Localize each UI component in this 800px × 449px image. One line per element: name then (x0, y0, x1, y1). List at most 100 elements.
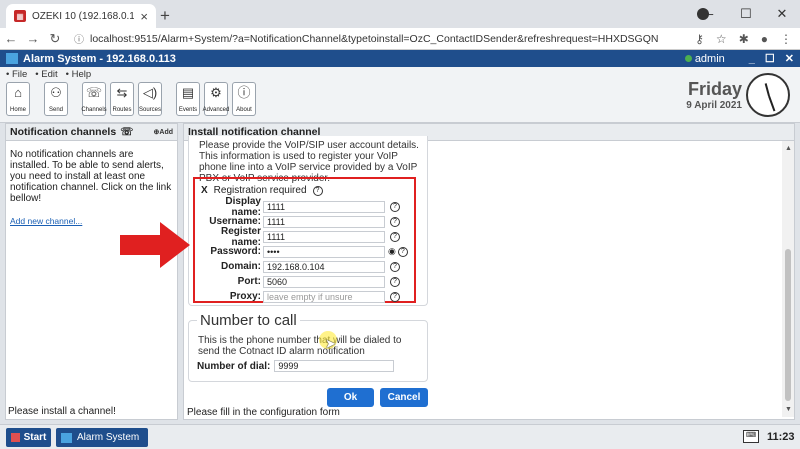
routes-button[interactable]: ⇆ Routes (110, 82, 134, 116)
add-channel-button[interactable]: ⊕Add (154, 128, 173, 136)
info-circle-icon: ⓘ (237, 85, 251, 100)
day-label: Friday (687, 79, 742, 99)
about-button[interactable]: ⓘ About (232, 82, 256, 116)
app-logo-icon (6, 53, 18, 64)
help-icon[interactable]: ? (312, 185, 323, 196)
left-panel-title: Notification channels (10, 126, 117, 138)
new-tab-icon[interactable]: + (160, 6, 170, 26)
taskbar-clock: 11:23 (767, 431, 795, 443)
dial-number-input[interactable]: 9999 (274, 360, 395, 372)
advanced-button[interactable]: ⚙ Advanced (203, 82, 229, 116)
menu-file[interactable]: • File (6, 69, 27, 80)
right-status: Please fill in the configuration form (187, 407, 340, 418)
username-input[interactable]: 1111 (263, 215, 385, 228)
display-name-row: Display name: 1111 ? (195, 196, 414, 218)
help-icon[interactable]: ? (397, 246, 408, 257)
channels-button[interactable]: ☏ Channels (81, 82, 107, 116)
app-maximize-icon[interactable]: ☐ (765, 52, 775, 65)
minimize-icon[interactable]: − (692, 7, 728, 22)
help-icon[interactable]: ? (390, 216, 400, 227)
tab-title: OZEKI 10 (192.168.0.113) (32, 10, 135, 22)
display-name-input[interactable]: 1111 (263, 200, 385, 213)
highlight-box: X Registration required ? Display name: … (193, 177, 416, 303)
send-button[interactable]: ⚇ Send (44, 82, 68, 116)
domain-row: Domain: 192.168.0.104 ? (195, 260, 414, 273)
port-row: Port: 5060 ? (195, 275, 414, 288)
eye-icon[interactable]: ◉ (388, 246, 396, 257)
app-title: Alarm System - 192.168.0.113 (23, 52, 176, 65)
date-label: 9 April 2021 (686, 100, 742, 111)
home-button[interactable]: ⌂ Home (6, 82, 30, 116)
address-bar: ← → ↻ ⓘ localhost:9515/Alarm+System/?a=N… (0, 28, 800, 50)
domain-input[interactable]: 192.168.0.104 (263, 260, 385, 273)
number-to-call-title: Number to call (197, 312, 300, 329)
close-tab-icon[interactable]: × (140, 9, 148, 24)
gear-icon: ⚙ (210, 85, 222, 100)
key-icon[interactable]: ⚷ (695, 32, 704, 46)
menu-edit[interactable]: • Edit (35, 69, 57, 80)
routes-icon: ⇆ (116, 85, 128, 100)
app-minimize-icon[interactable]: _ (749, 53, 755, 65)
cancel-button[interactable]: Cancel (380, 388, 428, 407)
browser-tab[interactable]: ▦ OZEKI 10 (192.168.0.113) × (6, 4, 156, 28)
account-icon[interactable]: ● (761, 32, 768, 46)
help-icon[interactable]: ? (390, 261, 400, 272)
scroll-down-icon[interactable]: ▼ (785, 406, 792, 413)
reload-icon[interactable]: ↻ (44, 31, 66, 47)
left-panel-header: Notification channels ☏ ⊕Add (6, 124, 177, 141)
speaker-icon: ◁) (142, 85, 158, 100)
scroll-up-icon[interactable]: ▲ (785, 145, 792, 152)
start-button[interactable]: Start (6, 428, 51, 447)
taskbar: Start Alarm System ⌨ 11:23 (0, 424, 800, 449)
events-button[interactable]: ▤ Events (176, 82, 200, 116)
channels-icon: ☏ (85, 85, 103, 100)
taskbar-alarm-system[interactable]: Alarm System (56, 428, 148, 447)
proxy-row: Proxy: leave empty if unsure ? (195, 290, 414, 303)
red-arrow-icon (120, 222, 190, 268)
sources-button[interactable]: ◁) Sources (138, 82, 162, 116)
browser-tabstrip: ▦ OZEKI 10 (192.168.0.113) × + − ☐ ✕ (0, 0, 800, 28)
scrollbar[interactable]: ▲ ▼ (782, 141, 794, 417)
left-status: Please install a channel! (8, 406, 116, 417)
help-icon[interactable]: ? (390, 231, 400, 242)
maximize-icon[interactable]: ☐ (728, 6, 764, 22)
no-channels-message: No notification channels are installed. … (10, 149, 172, 204)
home-icon: ⌂ (14, 85, 22, 100)
user-name[interactable]: admin (695, 53, 725, 65)
proxy-input[interactable]: leave empty if unsure (263, 290, 385, 303)
info-icon[interactable]: ⓘ (74, 31, 84, 46)
url-field[interactable]: ⓘ localhost:9515/Alarm+System/?a=Notific… (74, 30, 687, 48)
dial-row: Number of dial: 9999 (197, 360, 395, 372)
registration-checkbox[interactable]: X (201, 185, 208, 196)
app-title-bar: Alarm System - 192.168.0.113 admin _ ☐ ✕ (0, 50, 800, 67)
back-icon[interactable]: ← (0, 31, 22, 46)
events-icon: ▤ (181, 85, 195, 100)
number-to-call-desc: This is the phone number that will be di… (198, 335, 402, 357)
help-icon[interactable]: ? (390, 201, 400, 212)
help-icon[interactable]: ? (390, 291, 400, 302)
ok-button[interactable]: Ok (327, 388, 374, 407)
app-close-icon[interactable]: ✕ (785, 52, 794, 65)
register-name-input[interactable]: 1111 (263, 230, 385, 243)
toolbar: ⌂ Home ⚇ Send ☏ Channels ⇆ Routes ◁) Sou… (6, 82, 256, 116)
person-icon: ⚇ (50, 85, 62, 100)
password-input[interactable]: •••• (263, 245, 385, 258)
app-task-icon (61, 432, 72, 443)
close-window-icon[interactable]: ✕ (764, 6, 800, 22)
menu-help[interactable]: • Help (66, 69, 92, 80)
start-icon (10, 433, 20, 442)
ozeki-favicon-icon: ▦ (14, 10, 26, 22)
star-icon[interactable]: ☆ (716, 32, 727, 46)
dial-label: Number of dial: (197, 360, 271, 372)
forward-icon[interactable]: → (22, 31, 44, 46)
port-input[interactable]: 5060 (263, 275, 385, 288)
analog-clock-icon (746, 73, 790, 117)
extensions-icon[interactable]: ✱ (739, 32, 749, 46)
scroll-thumb[interactable] (785, 249, 791, 401)
notification-channels-panel: Notification channels ☏ ⊕Add No notifica… (5, 123, 178, 420)
keyboard-icon[interactable]: ⌨ (743, 430, 759, 443)
help-icon[interactable]: ? (390, 276, 400, 287)
menu-icon[interactable]: ⋮ (780, 32, 792, 46)
password-row: Password: •••• ◉ ? (195, 245, 414, 258)
window-controls: − ☐ ✕ (692, 0, 800, 28)
